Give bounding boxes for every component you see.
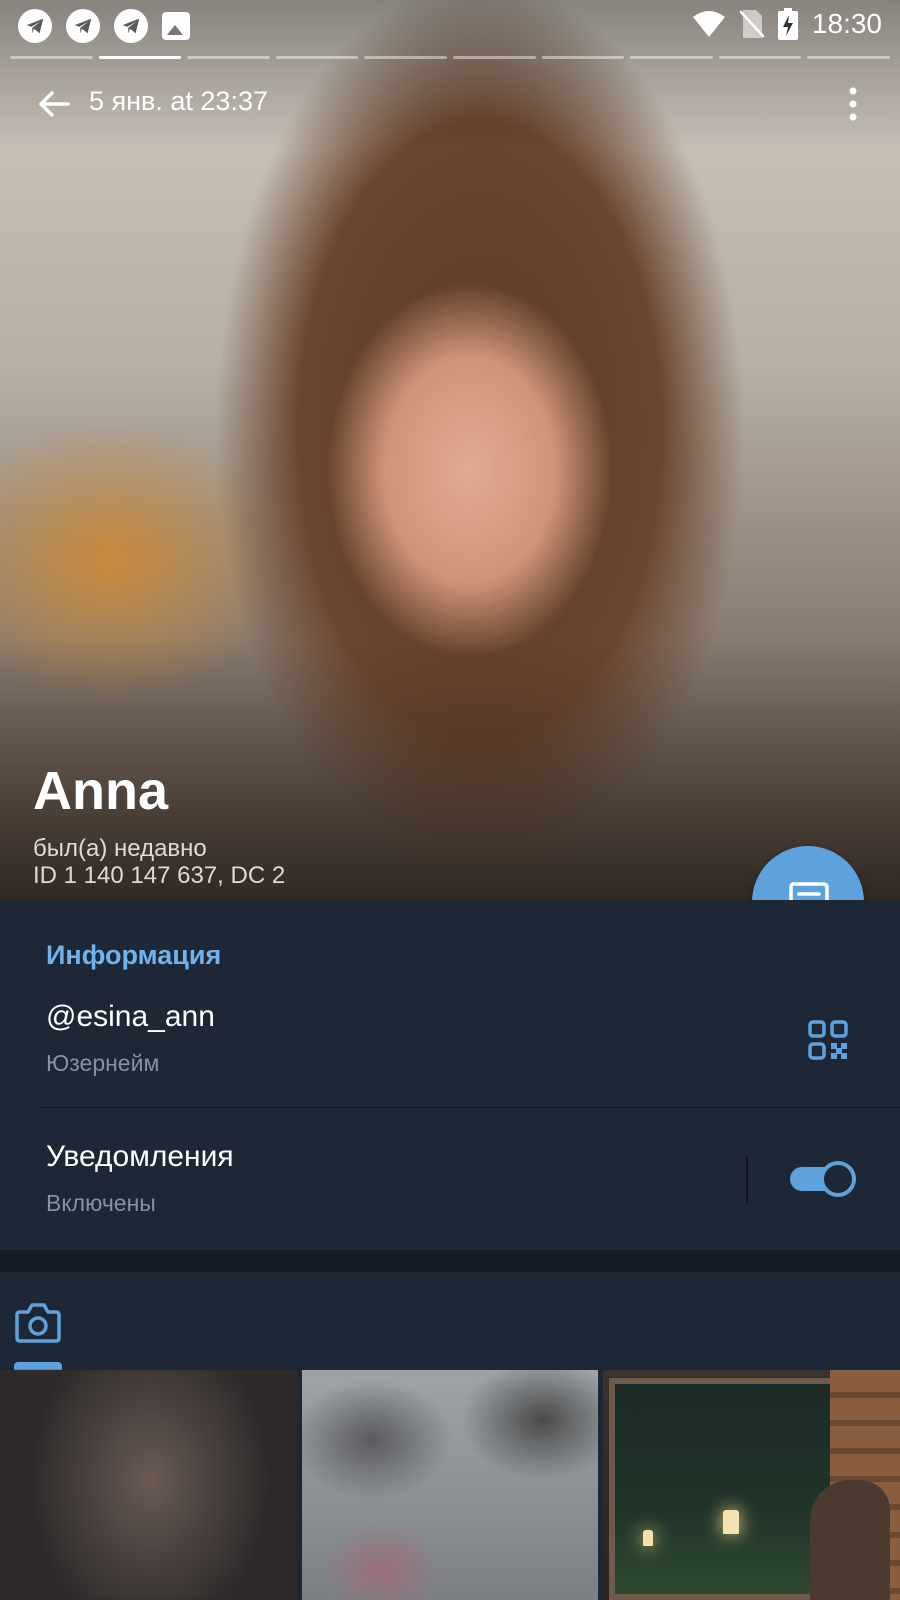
username-caption: Юзернейм — [46, 1050, 160, 1076]
active-tab-indicator — [14, 1362, 62, 1370]
divider — [40, 1107, 900, 1108]
vertical-separator — [746, 1156, 748, 1202]
section-title: Информация — [46, 940, 222, 970]
toggle-knob — [820, 1161, 856, 1197]
last-seen: был(а) недавно — [33, 835, 207, 862]
story-segment-active — [98, 56, 182, 59]
notifications-status: Включены — [46, 1190, 156, 1216]
no-sim-icon — [739, 10, 764, 38]
username-value[interactable]: @esina_ann — [46, 1000, 215, 1034]
media-thumbnail[interactable] — [301, 1370, 599, 1600]
notification-icons — [18, 9, 190, 43]
notifications-toggle[interactable] — [790, 1161, 856, 1197]
thumbnail-window — [609, 1378, 842, 1600]
info-section: Информация @esina_ann Юзернейм Уведомлен… — [0, 900, 900, 1250]
top-bar: 5 янв. at 23:37 — [0, 78, 900, 128]
camera-icon[interactable] — [14, 1300, 62, 1344]
photo-date: 5 янв. at 23:37 — [89, 86, 268, 116]
story-segment — [541, 56, 625, 59]
telegram-icon — [114, 9, 148, 43]
story-segment — [275, 56, 359, 59]
wifi-icon — [692, 11, 725, 37]
section-gap — [0, 1250, 900, 1272]
story-segment — [187, 56, 270, 59]
story-progress — [10, 56, 890, 59]
story-segment — [718, 56, 802, 59]
media-thumbnail[interactable] — [603, 1370, 900, 1600]
clock: 18:30 — [811, 8, 882, 39]
story-segment — [630, 56, 713, 59]
notifications-label[interactable]: Уведомления — [46, 1140, 234, 1174]
media-thumbnail[interactable] — [0, 1370, 297, 1600]
back-arrow-icon[interactable] — [36, 86, 72, 122]
user-id: ID 1 140 147 637, DC 2 — [33, 862, 286, 889]
status-bar: 18:30 — [0, 0, 900, 50]
thumbnail-lamp — [643, 1530, 654, 1546]
story-segment — [452, 56, 536, 59]
media-grid — [0, 1370, 900, 1600]
media-tabs — [0, 1272, 900, 1370]
qr-code-icon[interactable] — [808, 1020, 848, 1060]
thumbnail-lamp — [723, 1510, 740, 1534]
telegram-icon — [18, 9, 52, 43]
more-vert-icon[interactable] — [848, 86, 858, 122]
profile-name: Anna — [33, 761, 168, 821]
telegram-icon — [66, 9, 100, 43]
battery-charging-icon — [777, 8, 798, 40]
thumbnail-person — [810, 1480, 891, 1600]
image-icon — [162, 12, 190, 40]
story-segment — [10, 56, 93, 59]
story-segment — [364, 56, 447, 59]
story-segment — [807, 56, 890, 59]
system-status: 18:30 — [692, 8, 882, 40]
